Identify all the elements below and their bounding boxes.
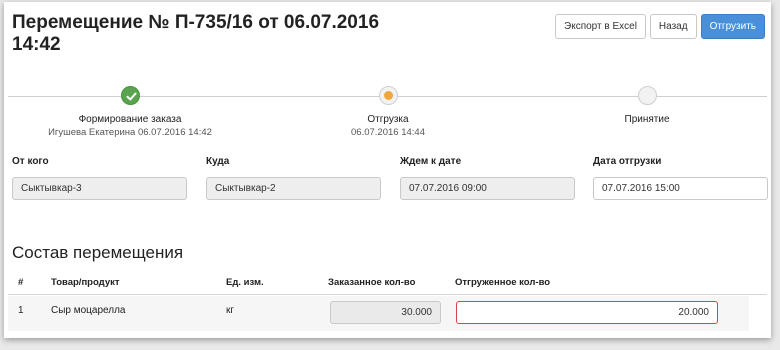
to-input: Сыктывкар-2 [206,177,381,200]
step-order-formation: Формирование заказа Игушева Екатерина 06… [20,86,240,139]
to-field: Куда Сыктывкар-2 [206,156,381,200]
dot-icon [378,86,398,105]
table-header: # Товар/продукт Ед. изм. Заказанное кол-… [8,277,767,295]
col-shipped: Отгруженное кол-во [455,277,551,288]
row-number: 1 [18,305,24,316]
col-ordered: Заказанное кол-во [328,277,416,288]
step-subtext: 06.07.2016 14:44 [351,127,425,138]
step-label: Отгрузка [367,114,409,125]
col-product: Товар/продукт [51,277,120,288]
step-acceptance: Принятие [537,86,757,126]
from-label: От кого [12,156,49,167]
toolbar: Экспорт в Excel Назад Отгрузить [555,14,765,39]
row-unit: кг [226,305,235,316]
from-input: Сыктывкар-3 [12,177,187,200]
step-label: Принятие [624,114,670,125]
ship-date-label: Дата отгрузки [593,156,662,167]
col-unit: Ед. изм. [226,277,264,288]
composition-title: Состав перемещения [12,243,184,262]
step-shipment: Отгрузка 06.07.2016 14:44 [278,86,498,139]
ship-date-field: Дата отгрузки 07.07.2016 15:00 [593,156,768,200]
step-label: Формирование заказа [78,114,182,125]
table-row: 1 Сыр моцарелла кг 30.000 20.000 [8,296,749,331]
back-button[interactable]: Назад [649,14,697,39]
col-number: # [18,277,24,288]
expected-date-field: Ждем к дате 07.07.2016 09:00 [400,156,575,200]
check-icon [120,86,140,105]
shipped-quantity-input[interactable]: 20.000 [456,301,718,324]
pending-circle-icon [637,86,657,105]
row-product: Сыр моцарелла [51,305,126,316]
export-excel-button[interactable]: Экспорт в Excel [555,14,646,39]
transfer-panel: Перемещение № П-735/16 от 06.07.2016 14:… [4,2,771,338]
expected-date-label: Ждем к дате [400,156,462,167]
ship-date-input[interactable]: 07.07.2016 15:00 [593,177,768,200]
to-label: Куда [206,156,230,167]
from-field: От кого Сыктывкар-3 [12,156,187,200]
expected-date-input: 07.07.2016 09:00 [400,177,575,200]
ordered-quantity: 30.000 [330,301,441,324]
page-title: Перемещение № П-735/16 от 06.07.2016 14:… [12,12,380,55]
step-subtext: Игушева Екатерина 06.07.2016 14:42 [48,127,212,138]
ship-button[interactable]: Отгрузить [700,14,765,39]
